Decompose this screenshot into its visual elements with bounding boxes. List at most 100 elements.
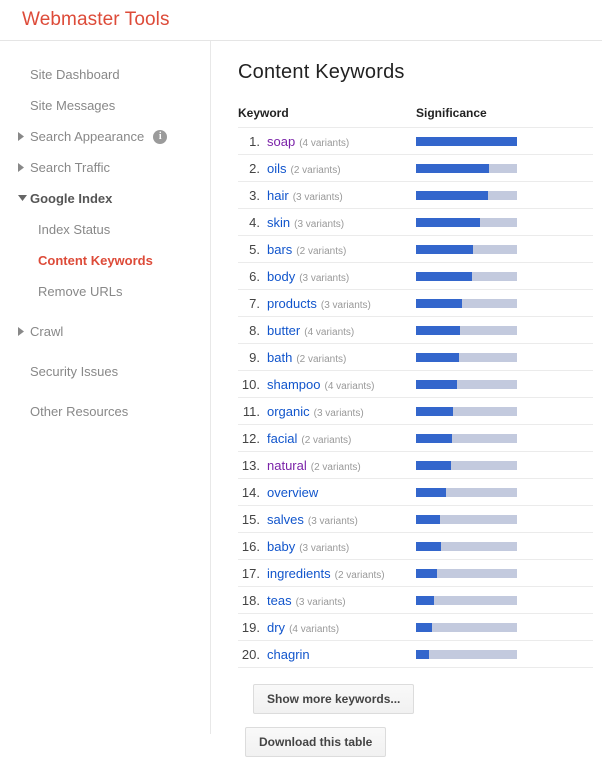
keyword-link[interactable]: shampoo [267,377,320,392]
keyword-cell: 2. oils (2 variants) [238,154,416,182]
sidebar-item-index-status[interactable]: Index Status [0,214,210,245]
sidebar-item-label: Remove URLs [38,284,123,299]
rank-number: 5. [249,241,260,257]
variants-count: (3 variants) [320,299,371,311]
table-row: 15. salves (3 variants) [238,505,593,533]
sidebar-item-search-appearance[interactable]: Search Appearance i [0,121,210,152]
significance-bar-fill [416,568,438,578]
significance-bar-fill [416,217,480,227]
chevron-right-icon[interactable] [18,327,30,336]
sidebar-item-security-issues[interactable]: Security Issues [0,356,210,387]
keyword-link[interactable]: organic [267,404,310,419]
show-more-row: Show more keywords... [253,684,602,714]
significance-bar-track [416,217,517,227]
table-row: 10. shampoo (4 variants) [238,370,593,398]
keyword-link[interactable]: overview [267,485,318,500]
rank-number: 13. [241,457,260,473]
sidebar-item-label: Site Dashboard [30,67,120,82]
sidebar-item-other-resources[interactable]: Other Resources [0,396,210,427]
significance-cell [416,208,593,236]
table-row: 2. oils (2 variants) [238,154,593,182]
variants-count: (3 variants) [294,218,345,230]
chevron-right-icon[interactable] [18,163,30,172]
significance-cell [416,181,593,209]
significance-bar-track [416,325,517,335]
top-bar: Webmaster Tools [0,0,602,41]
keyword-link[interactable]: butter [267,323,300,338]
sidebar-item-crawl[interactable]: Crawl [0,316,210,347]
keyword-cell: 1. soap (4 variants) [238,127,416,155]
keyword-cell: 17. ingredients (2 variants) [238,559,416,587]
sidebar-item-content-keywords[interactable]: Content Keywords [0,245,210,276]
sidebar-item-label: Search Appearance [30,129,145,144]
sidebar-item-remove-urls[interactable]: Remove URLs [0,276,210,307]
keyword-cell: 12. facial (2 variants) [238,424,416,452]
significance-bar-fill [416,271,472,281]
sidebar-item-site-messages[interactable]: Site Messages [0,90,210,121]
keyword-cell: 18. teas (3 variants) [238,586,416,614]
keyword-cell: 11. organic (3 variants) [238,397,416,425]
variants-count: (4 variants) [299,137,350,149]
keyword-link[interactable]: body [267,269,295,284]
rank-number: 2. [249,160,260,176]
sidebar-item-label: Crawl [30,324,64,339]
significance-bar-fill [416,460,452,470]
keyword-link[interactable]: natural [267,458,307,473]
keyword-link[interactable]: salves [267,512,304,527]
keyword-link[interactable]: bath [267,350,292,365]
show-more-keywords-button[interactable]: Show more keywords... [253,684,415,714]
keyword-link[interactable]: skin [267,215,290,230]
significance-bar-fill [416,163,489,173]
variants-count: (2 variants) [296,353,347,365]
sidebar-item-google-index[interactable]: Google Index [0,183,210,214]
keyword-cell: 19. dry (4 variants) [238,613,416,641]
page-body: Site Dashboard Site Messages Search Appear… [0,41,602,757]
significance-bar-track [416,136,517,146]
significance-bar-fill [416,649,430,659]
table-row: 19. dry (4 variants) [238,613,593,641]
keyword-link[interactable]: ingredients [267,566,331,581]
significance-bar-track [416,487,517,497]
sidebar-item-site-dashboard[interactable]: Site Dashboard [0,59,210,90]
significance-bar-track [416,244,517,254]
significance-cell [416,532,593,560]
variants-count: (3 variants) [299,272,350,284]
rank-number: 18. [241,592,260,608]
keyword-link[interactable]: hair [267,188,289,203]
keyword-link[interactable]: baby [267,539,295,554]
table-header-row: Keyword Significance [238,106,593,128]
info-icon[interactable]: i [153,129,168,144]
significance-bar-fill [416,379,458,389]
rank-number: 19. [241,619,260,635]
table-body: 1. soap (4 variants) 2. oils (2 variants) 3. ha… [238,127,593,668]
keyword-link[interactable]: oils [267,161,287,176]
keyword-link[interactable]: teas [267,593,292,608]
keyword-link[interactable]: products [267,296,317,311]
page-title: Content Keywords [238,61,405,83]
rank-number: 11. [242,403,260,419]
download-this-table-button[interactable]: Download this table [245,727,387,757]
sidebar-item-label: Security Issues [30,364,119,379]
keyword-link[interactable]: facial [267,431,297,446]
significance-bar-track [416,649,517,659]
keyword-link[interactable]: bars [267,242,292,257]
variants-count: (3 variants) [292,191,343,203]
sidebar-item-search-traffic[interactable]: Search Traffic [0,152,210,183]
significance-bar-track [416,595,517,605]
significance-bar-fill [416,406,454,416]
table-row: 7. products (3 variants) [238,289,593,317]
keyword-link[interactable]: soap [267,134,295,149]
keyword-link[interactable]: chagrin [267,647,310,662]
table-row: 4. skin (3 variants) [238,208,593,236]
rank-number: 6. [249,268,260,284]
rank-number: 7. [249,295,260,311]
rank-number: 12. [241,430,260,446]
rank-number: 1. [249,133,260,149]
keyword-link[interactable]: dry [267,620,285,635]
keyword-cell: 9. bath (2 variants) [238,343,416,371]
chevron-right-icon[interactable] [18,132,30,141]
table-row: 3. hair (3 variants) [238,181,593,209]
brand-title: Webmaster Tools [22,9,170,30]
chevron-down-icon[interactable] [18,195,30,202]
significance-cell [416,370,593,398]
